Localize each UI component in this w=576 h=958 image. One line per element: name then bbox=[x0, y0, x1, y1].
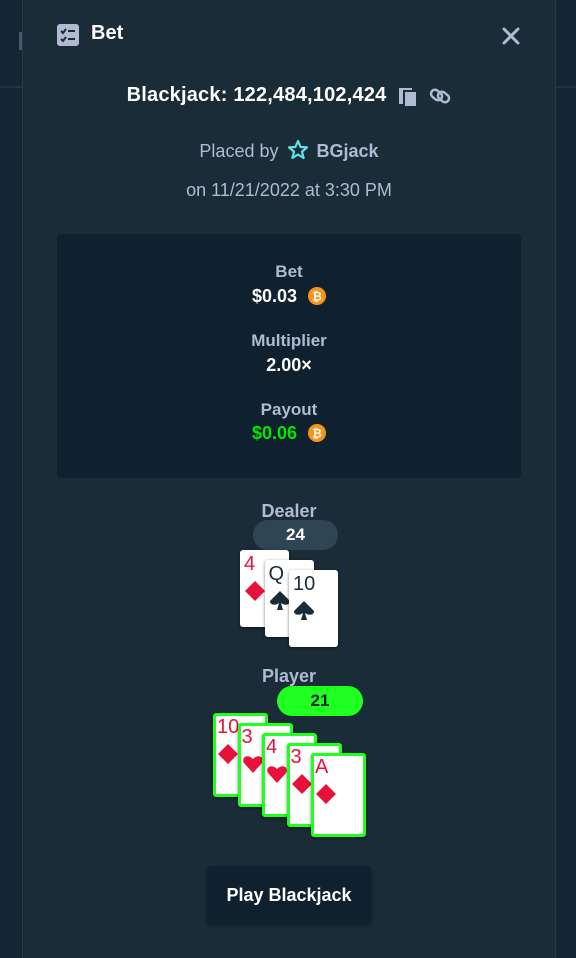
game-id: Blackjack: 122,484,102,424 bbox=[126, 84, 387, 106]
game-id-row: Blackjack: 122,484,102,424 bbox=[23, 84, 555, 110]
placed-by-label: Placed by bbox=[199, 141, 279, 161]
bet-details-modal: Bet Blackjack: 122,484,102,424 Placed by bbox=[22, 0, 556, 958]
close-icon[interactable] bbox=[499, 24, 523, 48]
spade-suit-icon bbox=[293, 600, 315, 622]
card-rank: 3 bbox=[241, 726, 253, 748]
dealer-label: Dealer bbox=[261, 501, 317, 521]
player-score: 21 bbox=[277, 686, 363, 716]
card-rank: 4 bbox=[266, 736, 278, 758]
svg-text:₿: ₿ bbox=[312, 427, 322, 441]
diamond-suit-icon bbox=[315, 783, 337, 805]
background-panel bbox=[554, 0, 576, 958]
spade-suit-icon bbox=[269, 590, 291, 612]
player-label: Player bbox=[261, 666, 317, 686]
play-blackjack-button[interactable]: Play Blackjack bbox=[207, 866, 371, 924]
heart-suit-icon bbox=[266, 763, 288, 785]
card-rank: 10 bbox=[217, 716, 240, 738]
background-sidebar bbox=[0, 0, 22, 958]
diamond-suit-icon bbox=[244, 580, 266, 602]
bitcoin-icon: ₿ bbox=[308, 287, 327, 305]
link-icon[interactable] bbox=[429, 85, 451, 107]
modal-title: Bet bbox=[91, 22, 124, 44]
bet-value: $0.03 bbox=[251, 286, 298, 306]
card-rank: 10 bbox=[293, 573, 316, 595]
copy-icon[interactable] bbox=[397, 85, 419, 108]
diamond-suit-icon bbox=[217, 743, 239, 765]
payout-label: Payout bbox=[260, 400, 318, 419]
bet-label: Bet bbox=[275, 262, 303, 281]
payout-amount: $0.06 ₿ bbox=[57, 423, 521, 444]
svg-text:₿: ₿ bbox=[312, 290, 322, 304]
placed-by: Placed by BGjack bbox=[23, 139, 555, 162]
dealer-score: 24 bbox=[253, 520, 338, 550]
bitcoin-icon: ₿ bbox=[308, 424, 327, 442]
bet-slip-icon bbox=[57, 24, 79, 46]
card-rank: 4 bbox=[244, 553, 256, 575]
bet-date: on 11/21/2022 at 3:30 PM bbox=[186, 180, 392, 200]
star-icon bbox=[287, 139, 308, 160]
bet-amount: $0.03 ₿ bbox=[57, 286, 521, 307]
card-rank: Q bbox=[268, 563, 285, 585]
heart-suit-icon bbox=[242, 753, 264, 775]
card-rank: 3 bbox=[290, 746, 302, 768]
dealer-card: 10 bbox=[289, 570, 338, 647]
player-card: A bbox=[311, 753, 366, 837]
background-line bbox=[554, 86, 576, 88]
payout-value: $0.06 bbox=[251, 423, 298, 443]
multiplier-label: Multiplier bbox=[251, 331, 327, 350]
card-rank: A bbox=[315, 756, 329, 778]
background-line bbox=[0, 86, 22, 88]
diamond-suit-icon bbox=[291, 773, 313, 795]
username-link[interactable]: BGjack bbox=[317, 141, 379, 161]
multiplier-value: 2.00× bbox=[266, 355, 312, 375]
modal-header: Bet bbox=[23, 0, 555, 70]
bet-summary: Bet $0.03 ₿ Multiplier 2.00× Payout $0.0… bbox=[57, 234, 521, 478]
